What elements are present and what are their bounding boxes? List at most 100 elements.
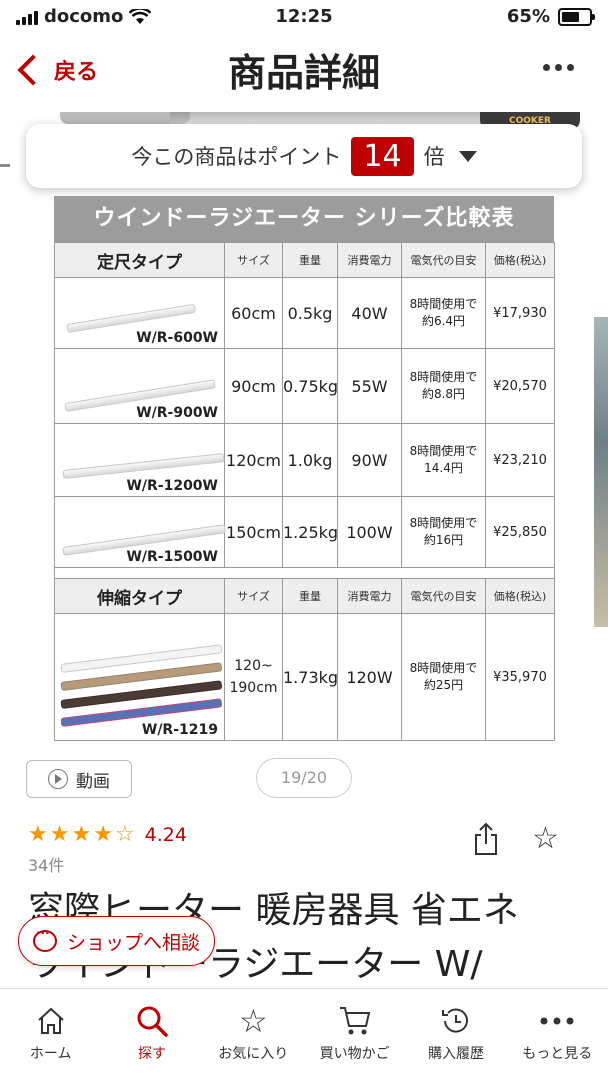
- model-name: W/R-1200W: [126, 478, 218, 494]
- app-header: 戻る 商品詳細: [0, 36, 608, 112]
- ext-header-row: 伸縮タイプ サイズ 重量 消費電力 電気代の目安 価格(税込): [54, 578, 555, 614]
- star-full-icon: ★: [28, 822, 48, 847]
- size-cell: 120~ 190cm: [224, 613, 283, 741]
- model-name: W/R-900W: [136, 405, 218, 421]
- weight-cell: 0.75kg: [282, 348, 338, 424]
- tab-favorites[interactable]: ☆ お気に入り: [203, 989, 304, 1081]
- table-row: W/R-600W 60cm 0.5kg 40W 8時間使用で 約6.4円 ¥17,…: [54, 277, 555, 349]
- tab-history[interactable]: 購入履歴: [405, 989, 506, 1081]
- model-name: W/R-1500W: [126, 549, 218, 565]
- points-suffix: 倍: [423, 145, 445, 169]
- image-page-indicator: 19/20: [256, 758, 352, 798]
- power-cell: 90W: [337, 423, 402, 497]
- battery-icon: [558, 7, 595, 26]
- power-cell: 40W: [337, 277, 402, 349]
- history-icon: [405, 1003, 506, 1039]
- chat-icon: [33, 926, 57, 952]
- table-row: W/R-1500W 150cm 1.25kg 100W 8時間使用で 約16円 ¥…: [54, 496, 555, 568]
- ext-type-label: 伸縮タイプ: [54, 578, 225, 614]
- cost-cell: 8時間使用で 14.4円: [401, 423, 486, 497]
- shop-consult-label: ショップへ相談: [67, 931, 201, 954]
- rating-value: 4.24: [144, 823, 187, 846]
- tab-label: 買い物かご: [319, 1046, 390, 1062]
- tab-label: お気に入り: [218, 1046, 289, 1062]
- header-cost: 電気代の目安: [401, 578, 486, 614]
- header-weight: 重量: [282, 578, 338, 614]
- price-cell: ¥17,930: [485, 277, 555, 349]
- rating-stars[interactable]: ★ ★ ★ ★ ☆ 4.24: [28, 822, 187, 847]
- product-thumb: W/R-1200W: [54, 423, 225, 497]
- table-row: W/R-1200W 120cm 1.0kg 90W 8時間使用で 14.4円 ¥2…: [54, 423, 555, 497]
- video-button[interactable]: 動画: [26, 760, 132, 798]
- cost-cell: 8時間使用で 約25円: [401, 613, 486, 741]
- tab-more[interactable]: もっと見る: [507, 989, 608, 1081]
- star-full-icon: ★: [49, 822, 70, 847]
- weight-cell: 1.25kg: [282, 496, 338, 568]
- more-icon: [507, 1003, 608, 1039]
- price-cell: ¥20,570: [485, 348, 555, 424]
- more-options-icon[interactable]: [543, 64, 574, 71]
- size-cell: 60cm: [224, 277, 283, 349]
- product-thumb: W/R-1219: [54, 613, 225, 741]
- comparison-title: ウインドーラジエーター シリーズ比較表: [54, 196, 554, 242]
- price-cell: ¥25,850: [485, 496, 555, 568]
- bottom-tab-bar: ホーム 探す ☆ お気に入り 買い物かご 購入履歴 もっと見る: [0, 988, 608, 1081]
- star-full-icon: ★: [93, 822, 113, 847]
- battery-group: 65%: [506, 6, 595, 27]
- table-row: W/R-1219 120~ 190cm 1.73kg 120W 8時間使用で 約25…: [54, 613, 555, 741]
- product-thumb: W/R-1500W: [54, 496, 227, 568]
- product-thumb: W/R-900W: [54, 348, 225, 424]
- page-title: 商品詳細: [227, 51, 380, 95]
- tab-label: 探す: [137, 1046, 166, 1062]
- weight-cell: 1.73kg: [282, 613, 338, 741]
- points-banner[interactable]: 今この商品はポイント 14 倍: [26, 124, 582, 188]
- power-cell: 120W: [337, 613, 402, 741]
- shop-consult-button[interactable]: ショップへ相談: [18, 916, 216, 966]
- price-cell: ¥35,970: [485, 613, 555, 741]
- cost-cell: 8時間使用で 約16円: [401, 496, 486, 568]
- fixed-header-row: 定尺タイプ サイズ 重量 消費電力 電気代の目安 価格(税込): [54, 242, 555, 278]
- next-image-edge: [594, 317, 608, 627]
- tab-label: ホーム: [29, 1046, 72, 1062]
- header-cost: 電気代の目安: [401, 242, 486, 278]
- tab-home[interactable]: ホーム: [0, 989, 101, 1081]
- header-power: 消費電力: [337, 242, 402, 278]
- comparison-table: 定尺タイプ サイズ 重量 消費電力 電気代の目安 価格(税込) W/R-600W…: [54, 242, 555, 741]
- tab-search[interactable]: 探す: [101, 989, 202, 1081]
- favorite-star-icon[interactable]: ☆: [532, 822, 559, 856]
- table-row: W/R-900W 90cm 0.75kg 55W 8時間使用で 約8.8円 ¥20…: [54, 348, 555, 424]
- search-icon: [101, 1003, 202, 1039]
- power-cell: 100W: [337, 496, 402, 568]
- model-name: W/R-600W: [136, 330, 218, 346]
- tab-cart[interactable]: 買い物かご: [304, 989, 405, 1081]
- cost-cell: 8時間使用で 約8.8円: [401, 348, 486, 424]
- review-count[interactable]: 34件: [28, 852, 64, 876]
- play-icon: [48, 769, 68, 789]
- caret-down-icon: [458, 150, 477, 162]
- battery-percent: 65%: [506, 6, 550, 27]
- header-price: 価格(税込): [485, 242, 555, 278]
- price-cell: ¥23,210: [485, 423, 555, 497]
- video-label: 動画: [76, 771, 110, 792]
- star-icon: ☆: [238, 1002, 268, 1040]
- size-cell: 90cm: [224, 348, 283, 424]
- status-bar: docomo 12:25 65%: [0, 0, 608, 36]
- star-empty-icon: ☆: [114, 822, 135, 847]
- share-icon[interactable]: [472, 822, 500, 856]
- header-size: サイズ: [224, 578, 283, 614]
- points-prefix: 今この商品はポイント: [131, 145, 342, 169]
- fixed-type-label: 定尺タイプ: [54, 242, 225, 278]
- tab-label: もっと見る: [522, 1046, 593, 1062]
- power-cell: 55W: [337, 348, 402, 424]
- comparison-table-image: ウインドーラジエーター シリーズ比較表 定尺タイプ サイズ 重量 消費電力 電気…: [54, 196, 555, 741]
- points-multiplier: 14: [351, 136, 414, 176]
- cart-icon: [304, 1003, 405, 1039]
- header-power: 消費電力: [337, 578, 402, 614]
- cost-cell: 8時間使用で 約6.4円: [401, 277, 486, 349]
- model-name: W/R-1219: [141, 722, 218, 738]
- weight-cell: 1.0kg: [282, 423, 338, 497]
- product-thumb: W/R-600W: [54, 277, 225, 349]
- header-size: サイズ: [224, 242, 283, 278]
- header-price: 価格(税込): [485, 578, 555, 614]
- size-cell: 150cm: [224, 496, 283, 568]
